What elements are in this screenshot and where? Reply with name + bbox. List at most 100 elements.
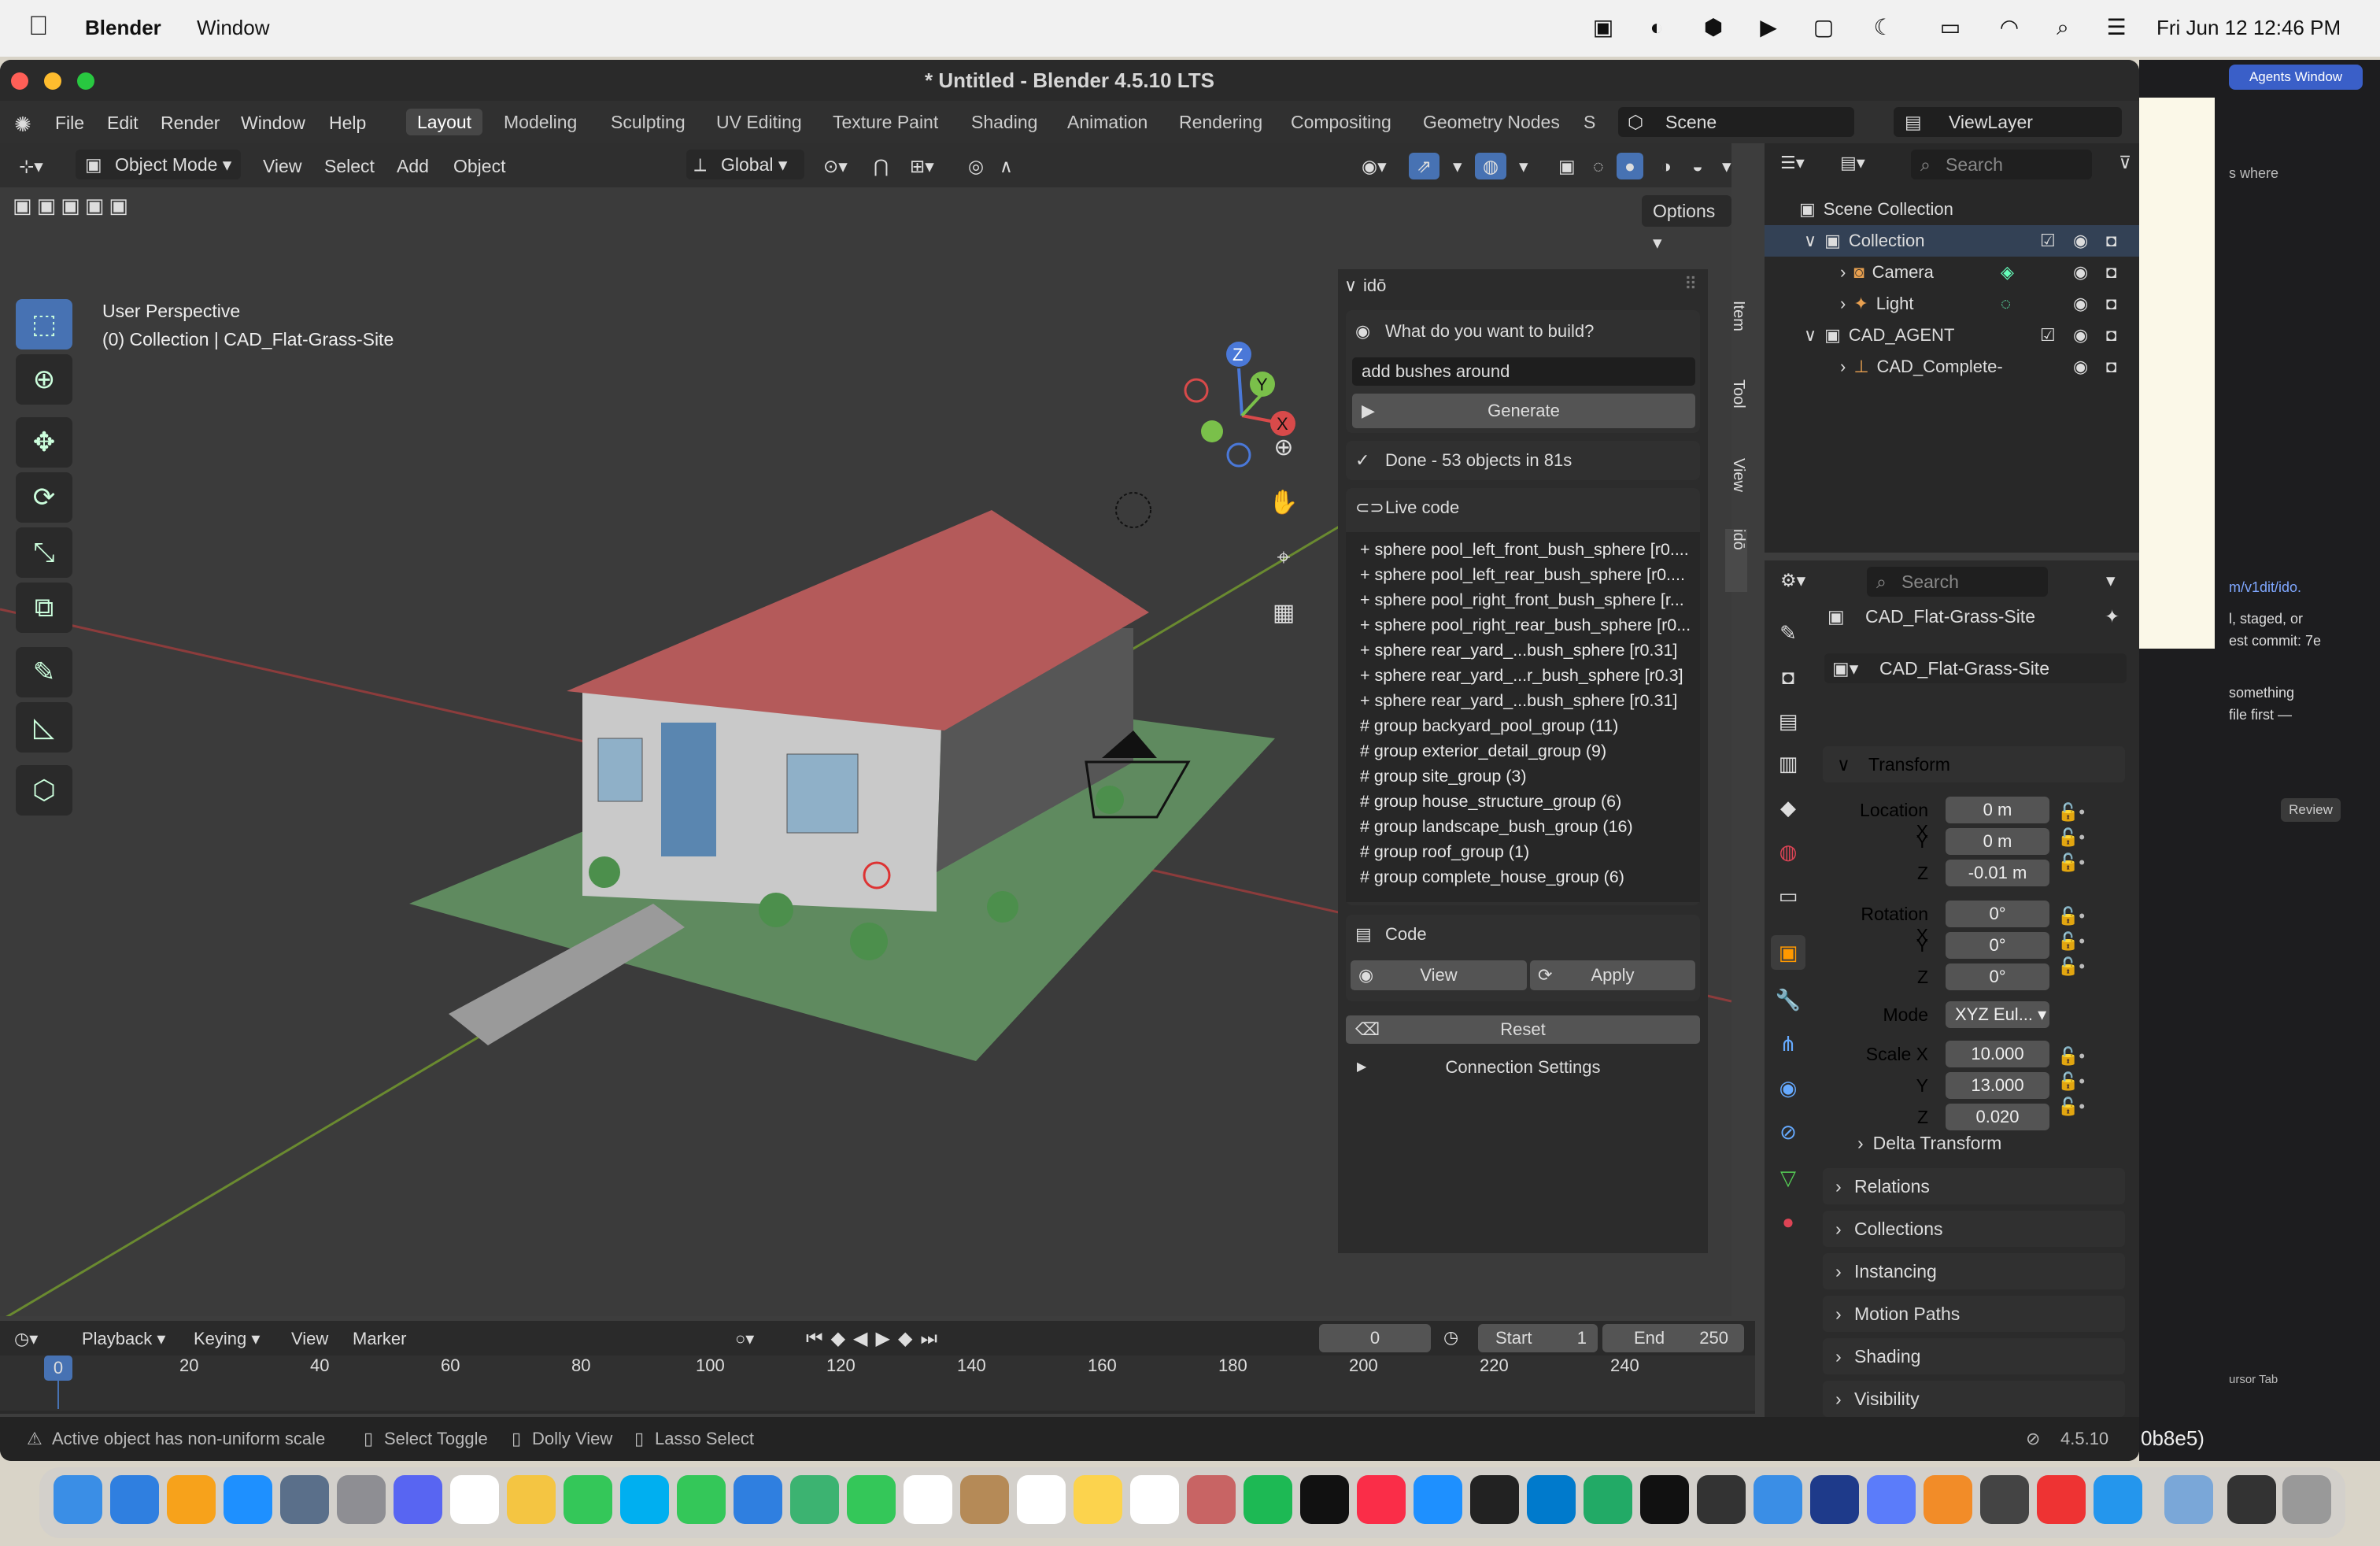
minimize-window-button[interactable] [44, 72, 61, 90]
wifi-icon[interactable]: ◠ [1996, 14, 2023, 41]
menu-object[interactable]: Object [445, 153, 513, 179]
location-z-field[interactable]: -0.01 m [1946, 860, 2049, 886]
bush[interactable] [759, 893, 793, 927]
moon-icon[interactable]: ☾ [1870, 14, 1897, 41]
playback-dropdown[interactable]: Playback ▾ [82, 1329, 165, 1349]
shading-dropdown-icon[interactable]: ▾ [1714, 153, 1739, 179]
camera-render-icon[interactable]: ◘ [2106, 288, 2116, 320]
playback-controls-icons[interactable]: ⏮◆◀▶◆⏭ [806, 1327, 945, 1350]
app-store-icon[interactable] [224, 1475, 272, 1524]
annotate-tool-icon[interactable]: ✎ [16, 647, 72, 697]
editor-type-icon[interactable]: ⊹▾ [11, 153, 51, 179]
connection-settings-toggle[interactable]: ▶ Connection Settings [1346, 1053, 1700, 1082]
relations-section[interactable]: › Relations [1823, 1168, 2125, 1204]
reset-button[interactable]: ⌫ Reset [1346, 1015, 1700, 1044]
chatgpt-icon[interactable] [1584, 1475, 1632, 1524]
constraints-tab-icon[interactable]: ⊘ [1771, 1115, 1805, 1149]
maps-icon[interactable] [790, 1475, 839, 1524]
object-tab-icon[interactable]: ▣ [1771, 935, 1805, 970]
rotation-mode-dropdown[interactable]: XYZ Eul... ▾ [1946, 1001, 2049, 1028]
display-mode-icon[interactable]: ▤▾ [1840, 153, 1865, 173]
falloff-icon[interactable]: ∧ [992, 153, 1021, 179]
menu-file[interactable]: File [55, 113, 84, 134]
outliner-row-camera[interactable]: › ◙ Camera ◈ ◉ ◘ [1765, 257, 2139, 288]
house-window-right[interactable] [786, 753, 859, 834]
light-object[interactable] [1115, 492, 1151, 528]
quicktime-icon[interactable] [2164, 1475, 2213, 1524]
instancing-section[interactable]: › Instancing [1823, 1253, 2125, 1289]
tab-animation[interactable]: Animation [1056, 109, 1159, 135]
scene-selector[interactable]: ⬡ Scene [1618, 107, 1854, 137]
tab-modeling[interactable]: Modeling [493, 109, 588, 135]
data-tab-icon[interactable]: ▽ [1771, 1160, 1805, 1195]
outliner-row-light[interactable]: › ✦ Light ◌ ◉ ◘ [1765, 288, 2139, 320]
timeline-view-menu[interactable]: View [291, 1329, 328, 1349]
collection-tab-icon[interactable]: ▭ [1771, 878, 1805, 913]
close-window-button[interactable] [11, 72, 28, 90]
app-menu-blender[interactable]: Blender [85, 16, 161, 40]
eye-icon[interactable]: ◉ [2073, 257, 2088, 288]
rotation-y-field[interactable]: 0° [1946, 932, 2049, 959]
camera-render-icon[interactable]: ◘ [2106, 320, 2116, 351]
bush[interactable] [1096, 786, 1124, 814]
current-frame-field[interactable]: 0 [1319, 1324, 1431, 1352]
eye-icon[interactable]: ◉ [2073, 225, 2088, 257]
numbers-icon[interactable] [564, 1475, 612, 1524]
select-box-tool-icon[interactable]: ⬚ [16, 299, 72, 350]
measure-tool-icon[interactable]: ◺ [16, 702, 72, 753]
xcode-icon[interactable] [1754, 1475, 1802, 1524]
apply-code-button[interactable]: ⟳ Apply [1530, 960, 1695, 990]
outliner-row-cad-agent[interactable]: ∨ ▣ CAD_AGENT ☑ ◉ ◘ [1765, 320, 2139, 351]
keying-dropdown[interactable]: Keying ▾ [194, 1329, 260, 1349]
app-icon[interactable] [1867, 1475, 1916, 1524]
light-data-icon[interactable]: ◌ [2001, 288, 2011, 320]
blender-dock-icon[interactable] [1924, 1475, 1972, 1524]
xray-icon[interactable]: ▣ [1550, 153, 1584, 179]
tab-shading[interactable]: Shading [960, 109, 1048, 135]
box-icon[interactable]: ▣ [1590, 14, 1617, 41]
wireframe-shading-icon[interactable]: ◌ [1585, 153, 1612, 179]
rotation-x-field[interactable]: 0° [1946, 901, 2049, 927]
menu-edit[interactable]: Edit [107, 113, 139, 134]
view-layer-tab-icon[interactable]: ▥ [1771, 746, 1805, 781]
transform-orientation-dropdown[interactable]: ⟂ Global ▾ [686, 150, 804, 179]
bush[interactable] [987, 891, 1018, 923]
properties-editor-icon[interactable]: ⚙▾ [1780, 570, 1805, 591]
finder-icon[interactable] [54, 1475, 102, 1524]
clock-icon[interactable]: ◷ [1443, 1327, 1458, 1348]
location-y-field[interactable]: 0 m [1946, 828, 2049, 855]
outliner-row-cad-complete[interactable]: › ⊥ CAD_Complete- ◉ ◘ [1765, 351, 2139, 383]
ido-collapse-icon[interactable]: ∨ [1344, 276, 1357, 296]
scene-tab-icon[interactable]: ◆ [1771, 790, 1805, 825]
review-button[interactable]: Review [2281, 798, 2341, 822]
timeline-marker-menu[interactable]: Marker [353, 1329, 406, 1349]
vscode-icon[interactable] [1527, 1475, 1576, 1524]
prompt-input[interactable]: add bushes around [1352, 357, 1695, 386]
location-x-field[interactable]: 0 m [1946, 797, 2049, 823]
scale-tool-icon[interactable]: ⤡ [16, 527, 72, 578]
proportional-edit-icon[interactable]: ◎ [960, 153, 992, 179]
grid-view-icon[interactable]: ▦ [1261, 590, 1306, 636]
menu-render[interactable]: Render [161, 113, 220, 134]
screens-icon[interactable]: ▢ [1810, 14, 1837, 41]
drag-handle-icon[interactable]: ⠿ [1684, 274, 1697, 294]
discord-icon[interactable] [394, 1475, 442, 1524]
visibility-section[interactable]: › Visibility [1823, 1381, 2125, 1417]
menu-window[interactable]: Window [197, 16, 269, 40]
preview-icon[interactable] [280, 1475, 329, 1524]
physics-tab-icon[interactable]: ◉ [1771, 1071, 1805, 1105]
lock-icons-location[interactable]: 🔓• 🔓• 🔓• [2057, 800, 2085, 875]
trash-icon[interactable] [2282, 1475, 2331, 1524]
collections-section[interactable]: › Collections [1823, 1211, 2125, 1247]
start-frame-field[interactable]: Start 1 [1478, 1324, 1598, 1352]
view-code-button[interactable]: ◉ View [1351, 960, 1527, 990]
messages-icon[interactable] [677, 1475, 726, 1524]
alert-icon[interactable]: ⬢ [1700, 14, 1727, 41]
properties-search-input[interactable]: ⌕ Search [1867, 567, 2048, 597]
gizmo-neg-x-ball[interactable] [1184, 378, 1209, 403]
outliner-row-scene-collection[interactable]: ▣ Scene Collection [1765, 194, 2139, 225]
move-tool-icon[interactable]: ✥ [16, 417, 72, 468]
chrome-icon[interactable] [1130, 1475, 1179, 1524]
sidetab-item[interactable]: Item [1725, 301, 1747, 372]
modifier-tab-icon[interactable]: 🔧 [1771, 982, 1805, 1017]
